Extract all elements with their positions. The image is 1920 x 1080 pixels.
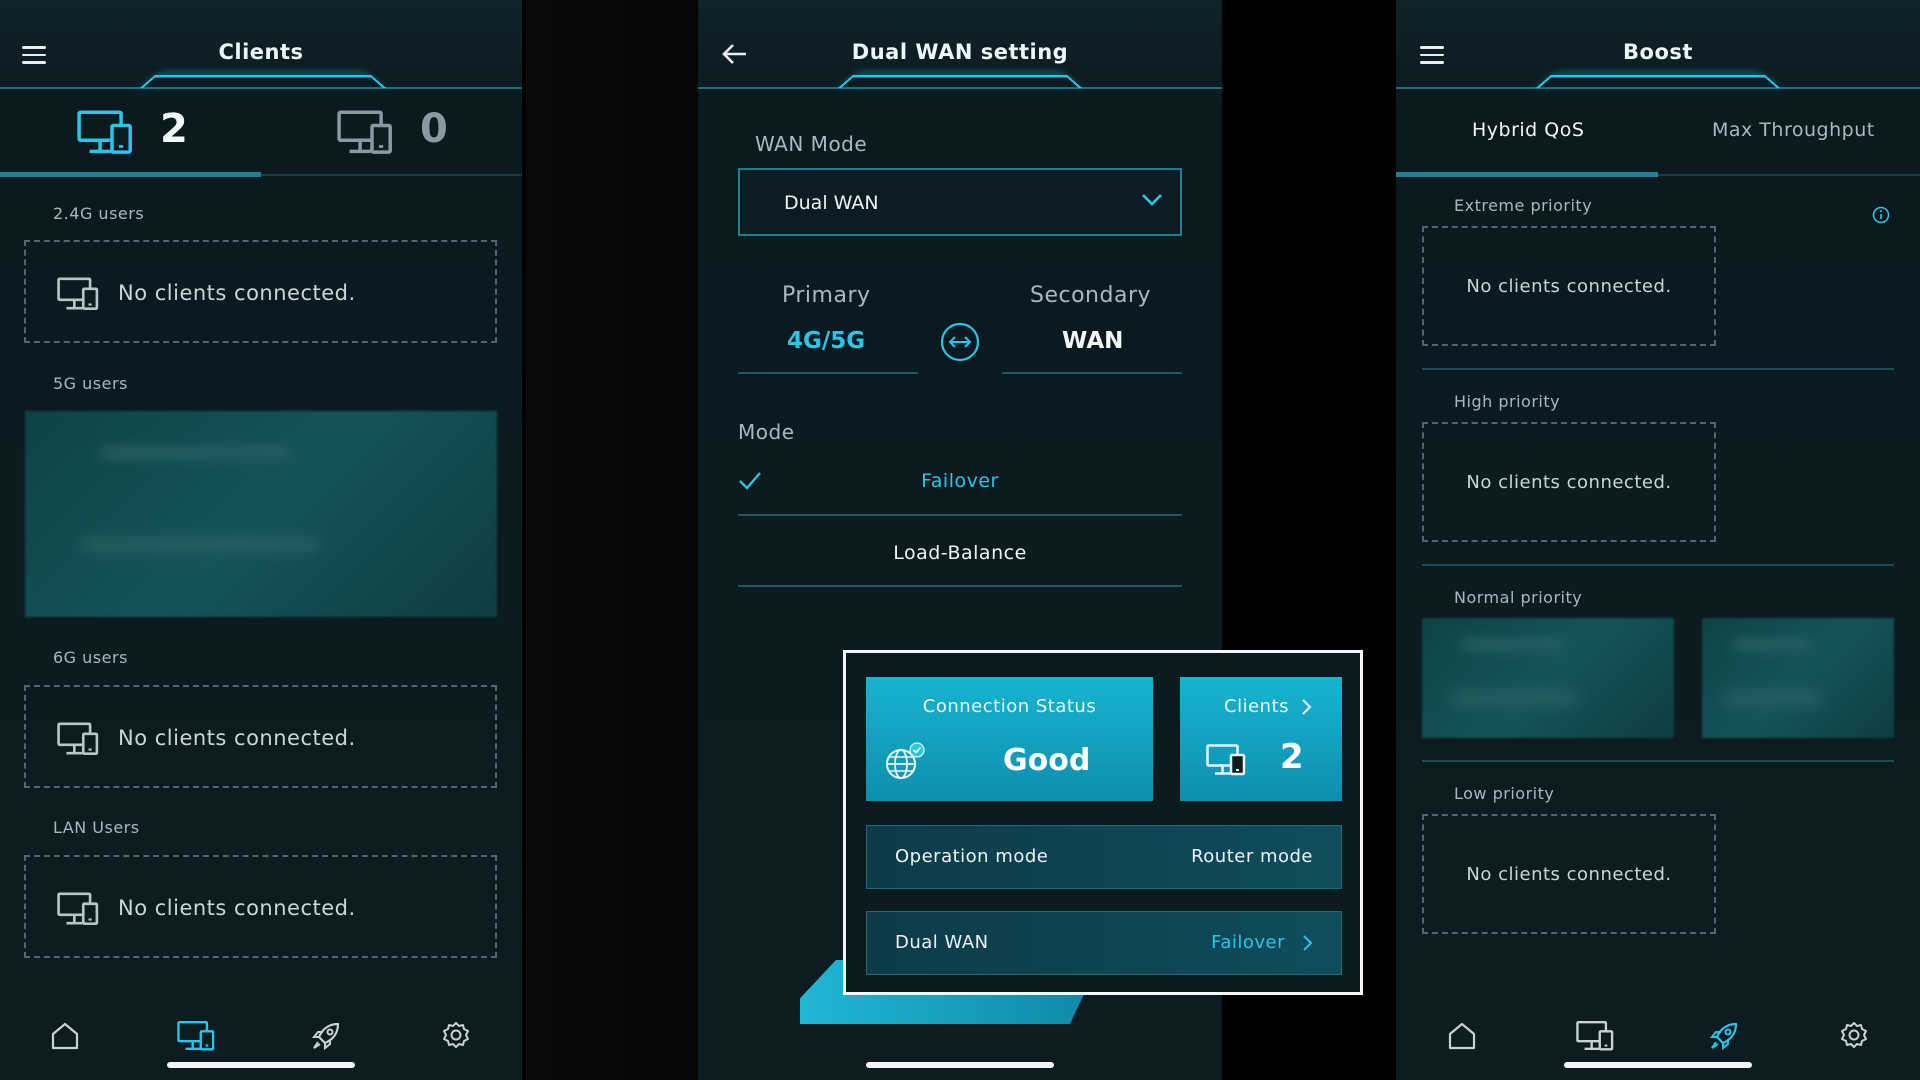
- mode-option-label: Failover: [921, 470, 999, 492]
- wan-mode-value: Dual WAN: [784, 192, 879, 214]
- devices-icon[interactable]: [177, 1020, 215, 1052]
- connected-count: 2: [160, 106, 188, 152]
- empty-text: No clients connected.: [1466, 864, 1672, 885]
- operation-mode-label: Operation mode: [895, 846, 1049, 867]
- chevron-down-icon: [1142, 194, 1162, 206]
- device-icon: [1206, 743, 1246, 777]
- empty-text: No clients connected.: [1466, 472, 1672, 493]
- connection-status-value: Good: [1003, 743, 1091, 778]
- home-indicator: [167, 1062, 355, 1068]
- tab-underline-active: [0, 172, 261, 177]
- blurred-client-list: [25, 411, 497, 617]
- page-title: Clients: [218, 40, 304, 64]
- boost-screen: Boost Hybrid QoS Max Throughput Extreme …: [1396, 0, 1920, 1080]
- dual-wan-label: Dual WAN: [895, 932, 989, 953]
- page-title: Dual WAN setting: [851, 40, 1069, 64]
- priority-label-low: Low priority: [1454, 784, 1555, 803]
- chevron-right-icon: [1303, 935, 1313, 951]
- clients-card[interactable]: Clients 2: [1180, 677, 1342, 801]
- connected-devices-icon[interactable]: [77, 110, 133, 155]
- priority-label-high: High priority: [1454, 392, 1561, 411]
- tab-hybrid-qos[interactable]: Hybrid QoS: [1472, 119, 1584, 141]
- tab-underline-active: [1396, 172, 1658, 177]
- secondary-label: Secondary: [1030, 283, 1152, 308]
- info-icon[interactable]: [1872, 206, 1890, 224]
- devices-icon[interactable]: [1576, 1020, 1614, 1052]
- secondary-underline: [1002, 372, 1182, 374]
- wan-mode-label: WAN Mode: [755, 132, 868, 156]
- priority-divider: [1422, 564, 1894, 566]
- priority-divider: [1422, 760, 1894, 762]
- home-icon[interactable]: [49, 1020, 81, 1052]
- device-icon: [57, 892, 99, 926]
- header-tab-accent: [838, 74, 1082, 88]
- operation-mode-row[interactable]: Operation mode Router mode: [866, 825, 1342, 889]
- swap-icon[interactable]: [940, 322, 980, 362]
- primary-value[interactable]: 4G/5G: [787, 328, 865, 354]
- blurred-client-card: [1702, 618, 1894, 738]
- header-tab-accent: [139, 74, 387, 88]
- mode-label: Mode: [738, 420, 795, 444]
- empty-text: No clients connected.: [118, 726, 356, 750]
- mode-option-failover[interactable]: Failover: [738, 458, 1182, 514]
- globe-icon: [886, 742, 925, 779]
- empty-text: No clients connected.: [1466, 276, 1672, 297]
- offline-count: 0: [420, 106, 448, 152]
- wan-mode-select[interactable]: Dual WAN: [738, 168, 1182, 236]
- priority-label-extreme: Extreme priority: [1454, 196, 1593, 215]
- blurred-client-card: [1422, 618, 1674, 738]
- gear-icon[interactable]: [1838, 1020, 1870, 1052]
- priority-divider: [1422, 368, 1894, 370]
- section-label-2-4g: 2.4G users: [53, 204, 145, 223]
- page-title: Boost: [1623, 40, 1693, 64]
- section-label-6g: 6G users: [53, 648, 128, 667]
- primary-label: Primary: [782, 283, 871, 308]
- clients-label: Clients: [1224, 696, 1289, 717]
- priority-label-normal: Normal priority: [1454, 588, 1583, 607]
- dual-wan-row[interactable]: Dual WAN Failover: [866, 911, 1342, 975]
- mode-divider: [738, 585, 1182, 587]
- device-icon: [57, 277, 99, 311]
- device-icon: [57, 722, 99, 756]
- section-label-lan: LAN Users: [53, 818, 140, 837]
- home-indicator: [1564, 1062, 1752, 1068]
- gear-icon[interactable]: [440, 1020, 472, 1052]
- clients-screen: Clients 2 0 2.4G users No clients connec…: [0, 0, 522, 1080]
- clients-count: 2: [1280, 737, 1304, 777]
- dashboard-inset: Connection Status Good Clients 2 Operati…: [843, 650, 1363, 995]
- dual-wan-value: Failover: [1211, 932, 1285, 953]
- tab-max-throughput[interactable]: Max Throughput: [1712, 119, 1875, 141]
- primary-underline: [738, 372, 918, 374]
- mode-divider: [738, 514, 1182, 516]
- operation-mode-value: Router mode: [1191, 846, 1313, 867]
- connection-status-label: Connection Status: [922, 696, 1097, 717]
- home-icon[interactable]: [1446, 1020, 1478, 1052]
- home-indicator: [866, 1062, 1054, 1068]
- mode-option-label: Load-Balance: [893, 542, 1027, 564]
- connection-status-card[interactable]: Connection Status Good: [866, 677, 1153, 801]
- empty-text: No clients connected.: [118, 281, 356, 305]
- mode-option-load-balance[interactable]: Load-Balance: [738, 530, 1182, 586]
- chevron-right-icon: [1302, 699, 1312, 715]
- section-label-5g: 5G users: [53, 374, 128, 393]
- rocket-icon[interactable]: [310, 1020, 342, 1052]
- empty-text: No clients connected.: [118, 896, 356, 920]
- offline-devices-icon[interactable]: [337, 110, 393, 155]
- rocket-icon[interactable]: [1708, 1020, 1740, 1052]
- panel-gap: [522, 0, 698, 1080]
- secondary-value[interactable]: WAN: [1062, 328, 1123, 354]
- header-tab-accent: [1536, 74, 1780, 88]
